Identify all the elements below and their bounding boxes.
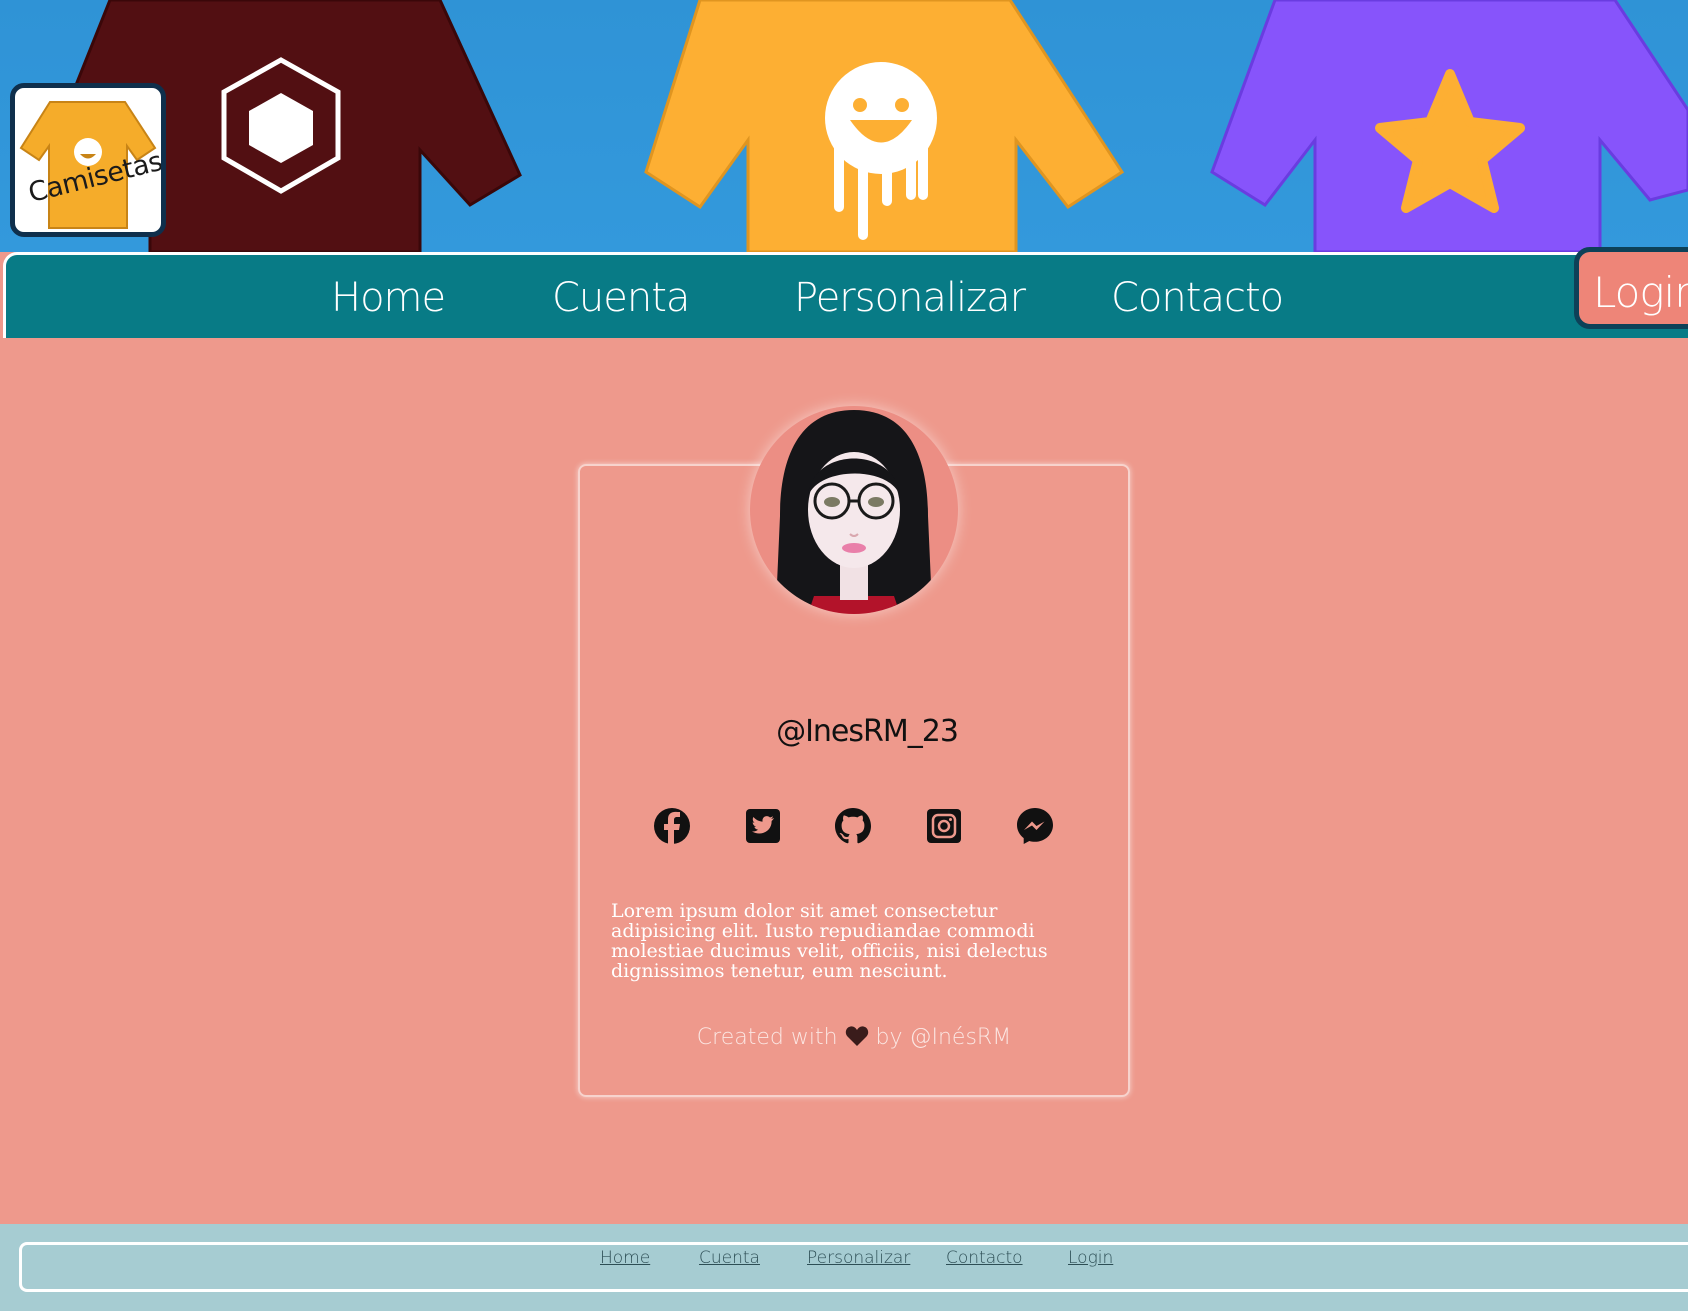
avatar-illustration (776, 410, 932, 614)
github-icon[interactable] (833, 806, 873, 846)
nav-home[interactable]: Home (331, 275, 446, 321)
credit-line: Created with by @InésRM (578, 1025, 1130, 1050)
footer-link-cuenta[interactable]: Cuenta (699, 1248, 760, 1268)
messenger-icon[interactable] (1015, 806, 1055, 846)
footer-link-login[interactable]: Login (1068, 1248, 1113, 1268)
site-logo[interactable]: Camisetas (10, 83, 166, 237)
profile-bio: Lorem ipsum dolor sit amet consectetur a… (611, 900, 1048, 982)
nav-contacto[interactable]: Contacto (1111, 275, 1284, 321)
banner-illustration (38, 0, 1688, 252)
twitter-icon[interactable] (743, 806, 783, 846)
footer: Home Cuenta Personalizar Contacto Login (0, 1224, 1688, 1311)
credit-suffix: by @InésRM (875, 1025, 1012, 1050)
instagram-icon[interactable] (924, 806, 964, 846)
heart-icon (845, 1026, 868, 1046)
profile-avatar (750, 406, 958, 614)
profile-username: @InesRM_23 (776, 714, 959, 749)
footer-link-contacto[interactable]: Contacto (946, 1248, 1023, 1268)
header-banner: Camisetas (0, 0, 1688, 252)
nav-cuenta[interactable]: Cuenta (552, 275, 690, 321)
credit-prefix: Created with (696, 1025, 838, 1050)
main-nav: Home Cuenta Personalizar Contacto (3, 252, 1688, 338)
footer-link-home[interactable]: Home (600, 1248, 650, 1268)
facebook-icon[interactable] (652, 806, 692, 846)
login-button[interactable]: Login (1574, 247, 1688, 329)
nav-personalizar[interactable]: Personalizar (794, 275, 1026, 321)
footer-link-personalizar[interactable]: Personalizar (807, 1248, 910, 1268)
